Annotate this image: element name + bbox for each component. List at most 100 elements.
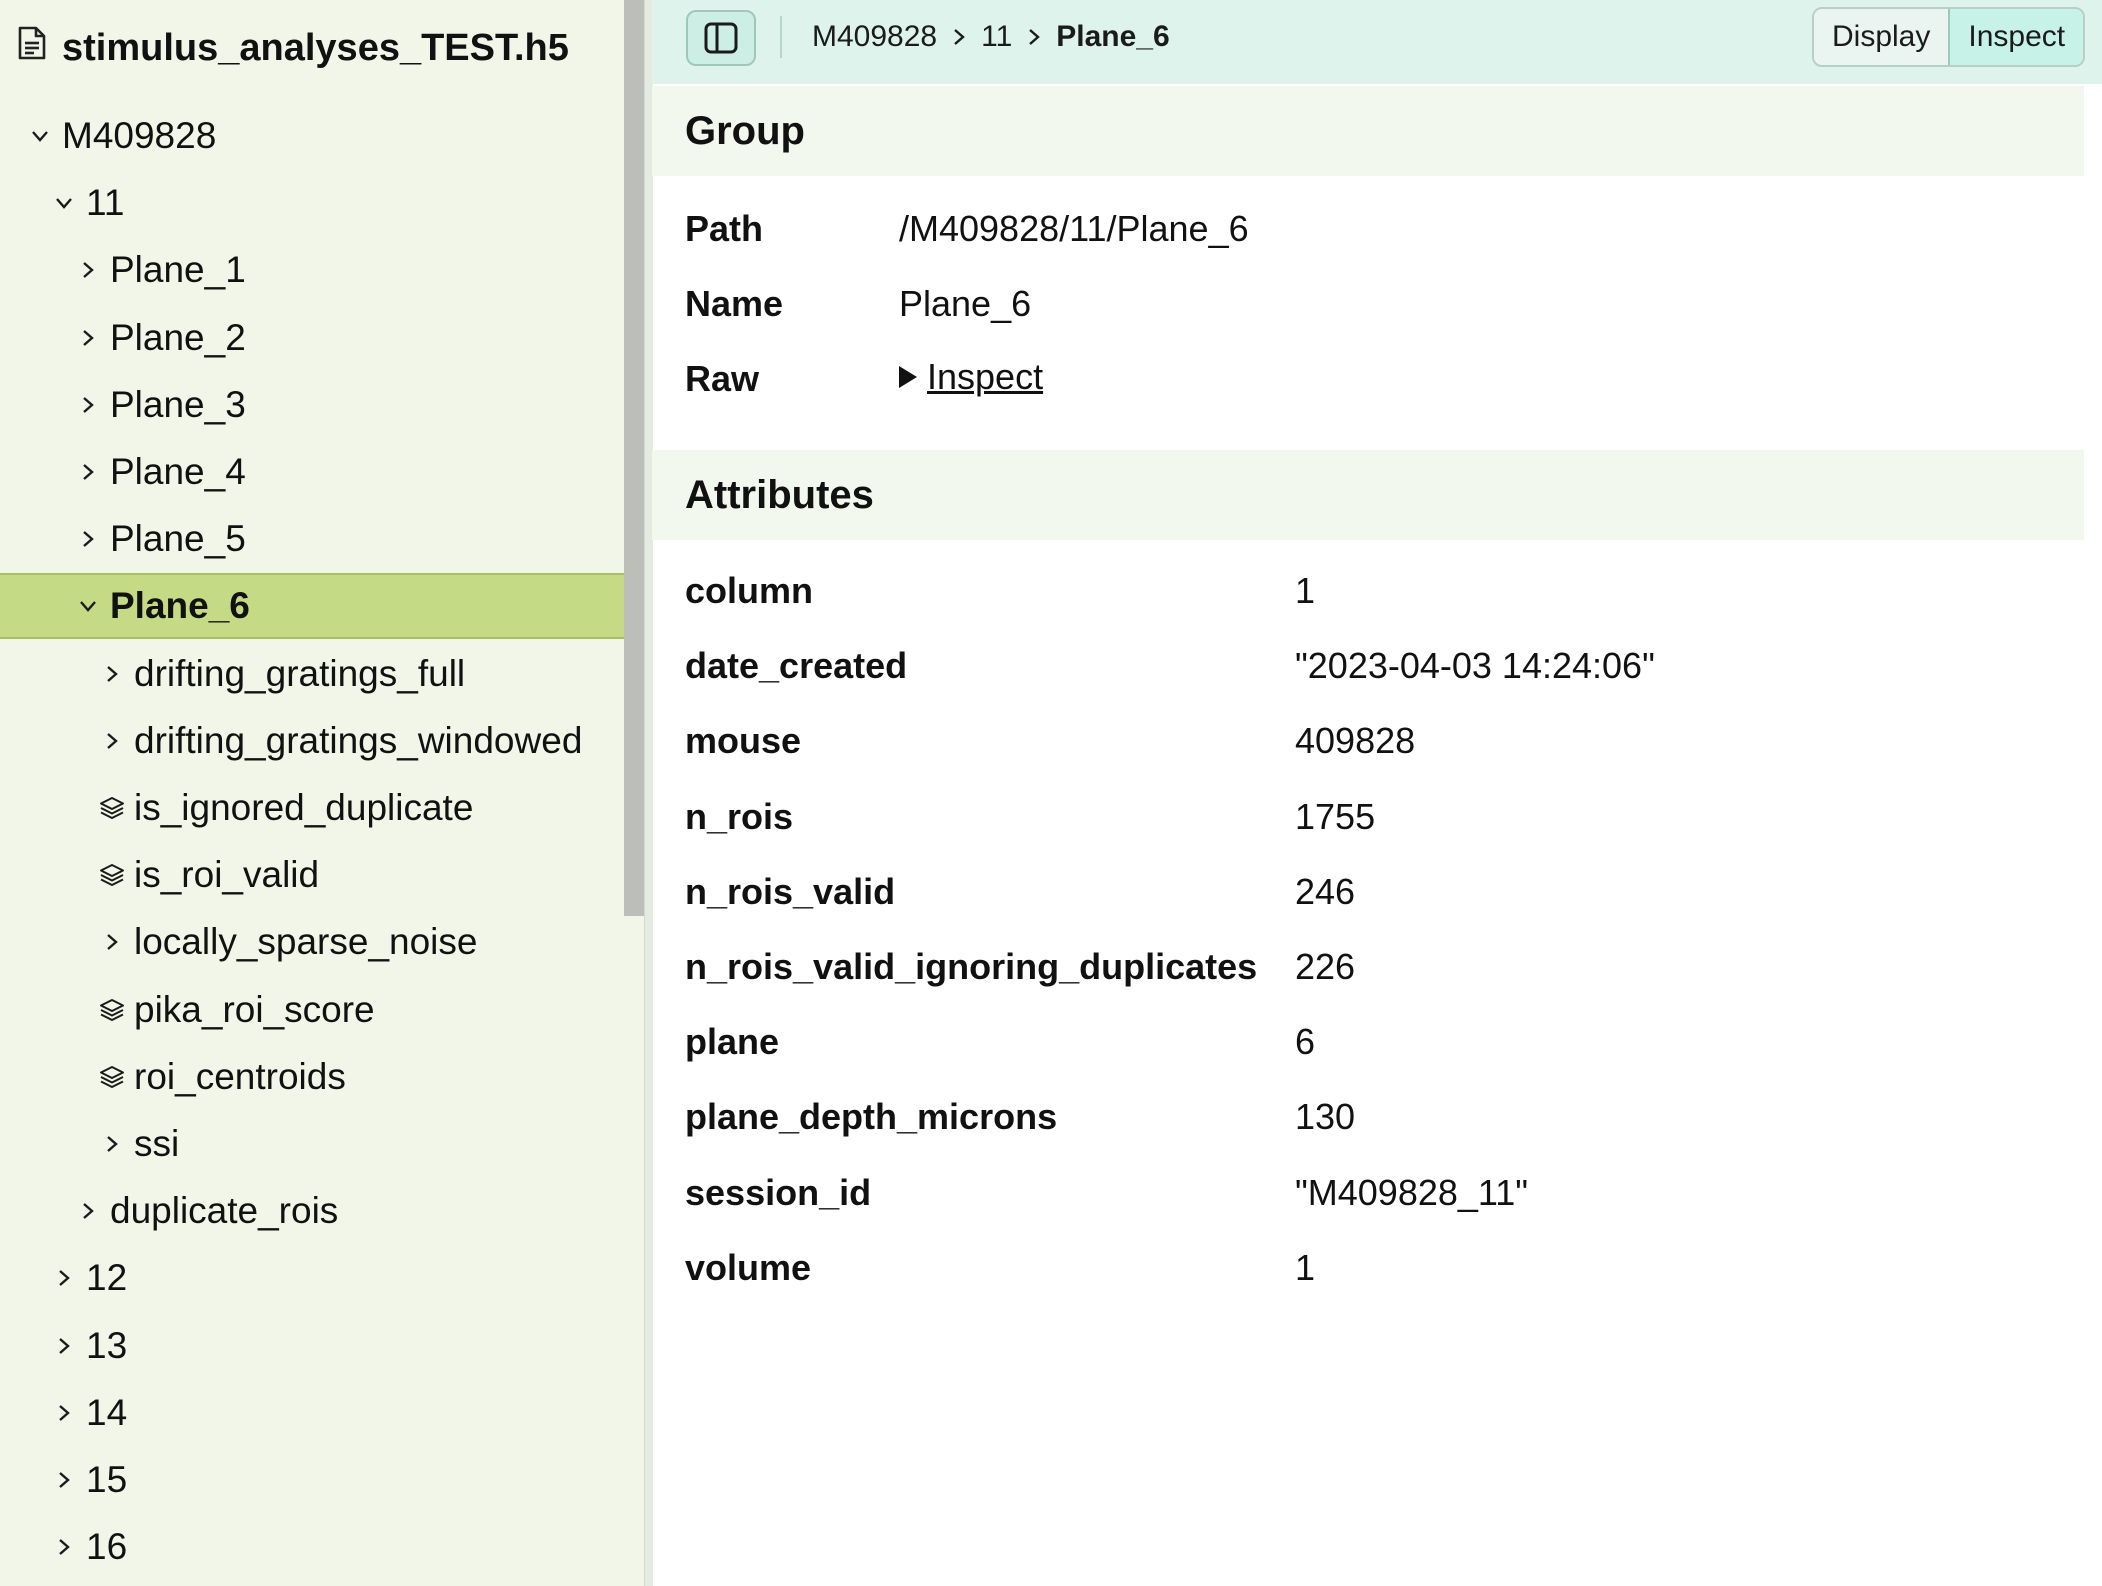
tree-item[interactable]: 11 bbox=[0, 170, 624, 236]
panel-resize-handle[interactable] bbox=[644, 0, 653, 1586]
attribute-key: plane_depth_microns bbox=[685, 1096, 1058, 1138]
breadcrumb-item[interactable]: M409828 bbox=[812, 20, 937, 54]
tree-item-label: Plane_6 bbox=[110, 585, 250, 627]
tree-item[interactable]: 13 bbox=[0, 1313, 624, 1379]
name-label: Name bbox=[685, 283, 784, 324]
chevron-down-icon[interactable] bbox=[50, 189, 78, 217]
tree-item-label: M409828 bbox=[62, 115, 217, 156]
chevron-right-icon bbox=[1026, 20, 1042, 54]
sidebar-scrollbar-thumb[interactable] bbox=[624, 0, 644, 916]
inspect-button[interactable]: Inspect bbox=[1948, 9, 2084, 65]
tree-item-label: 13 bbox=[86, 1324, 128, 1366]
chevron-right-icon[interactable] bbox=[50, 1264, 78, 1292]
dataset-stack-icon bbox=[98, 861, 126, 889]
attributes-section-heading: Attributes bbox=[652, 450, 2084, 540]
tree-item[interactable]: M409828 bbox=[0, 103, 624, 169]
tree-item-label: Plane_4 bbox=[110, 451, 246, 492]
tree-item-label: Plane_5 bbox=[110, 518, 246, 560]
raw-label: Raw bbox=[685, 358, 760, 399]
tree-item[interactable]: drifting_gratings_full bbox=[0, 641, 624, 707]
tree-item[interactable]: is_roi_valid bbox=[0, 842, 624, 908]
tree-item-label: 16 bbox=[86, 1526, 128, 1568]
tree-item-label: 15 bbox=[86, 1459, 128, 1500]
dataset-stack-icon bbox=[98, 996, 126, 1024]
tree-item[interactable]: 16 bbox=[0, 1514, 624, 1580]
file-icon bbox=[16, 25, 48, 71]
view-mode-toggle: Display Inspect bbox=[1812, 7, 2086, 67]
tree-item[interactable]: locally_sparse_noise bbox=[0, 909, 624, 975]
attribute-key: session_id bbox=[685, 1171, 872, 1213]
tree-item[interactable]: Plane_4 bbox=[0, 439, 624, 505]
attribute-key: mouse bbox=[685, 720, 802, 762]
chevron-right-icon[interactable] bbox=[74, 1197, 102, 1225]
tree-item[interactable]: Plane_6 bbox=[0, 573, 624, 640]
breadcrumb: M409828 11 Plane_6 bbox=[812, 14, 1170, 60]
tree-item[interactable]: 12 bbox=[0, 1245, 624, 1311]
chevron-down-icon[interactable] bbox=[74, 592, 102, 620]
attribute-key: n_rois_valid_ignoring_duplicates bbox=[685, 946, 1258, 987]
attribute-value: 130 bbox=[1295, 1096, 1356, 1138]
raw-inspect-link[interactable]: Inspect bbox=[927, 356, 1043, 398]
tree-item[interactable]: Plane_1 bbox=[0, 237, 624, 303]
chevron-right-icon[interactable] bbox=[50, 1332, 78, 1360]
tree-item-label: 11 bbox=[86, 182, 125, 224]
attribute-key: date_created bbox=[685, 645, 908, 687]
file-header: stimulus_analyses_TEST.h5 bbox=[16, 22, 569, 74]
tree-item-label: is_ignored_duplicate bbox=[134, 787, 474, 828]
tree-item[interactable]: ssi bbox=[0, 1111, 624, 1177]
tree-item[interactable]: pika_roi_score bbox=[0, 977, 624, 1043]
attribute-value: 1755 bbox=[1295, 795, 1376, 837]
chevron-right-icon[interactable] bbox=[74, 458, 102, 486]
attribute-key: column bbox=[685, 570, 814, 611]
breadcrumb-current: Plane_6 bbox=[1056, 20, 1170, 53]
chevron-right-icon[interactable] bbox=[50, 1399, 78, 1427]
tree-item-label: 14 bbox=[86, 1391, 128, 1433]
chevron-right-icon[interactable] bbox=[98, 660, 126, 688]
dataset-stack-icon bbox=[98, 794, 126, 822]
chevron-right-icon[interactable] bbox=[98, 1130, 126, 1158]
attribute-key: plane bbox=[685, 1021, 780, 1063]
attribute-value: "2023-04-03 14:24:06" bbox=[1295, 645, 1655, 687]
dataset-stack-icon bbox=[98, 1063, 126, 1091]
chevron-right-icon[interactable] bbox=[50, 1466, 78, 1494]
group-section-heading: Group bbox=[652, 86, 2084, 176]
tree-item[interactable]: Plane_3 bbox=[0, 372, 624, 438]
toolbar-divider bbox=[780, 16, 782, 58]
tree-item[interactable]: duplicate_rois bbox=[0, 1178, 624, 1244]
tree-item-label: drifting_gratings_full bbox=[134, 652, 466, 694]
tree-item[interactable]: Plane_5 bbox=[0, 506, 624, 572]
sidebar-toggle-button[interactable] bbox=[686, 10, 756, 66]
file-name: stimulus_analyses_TEST.h5 bbox=[62, 26, 569, 69]
attribute-value: 409828 bbox=[1295, 720, 1416, 762]
tree-item[interactable]: roi_centroids bbox=[0, 1044, 624, 1110]
chevron-right-icon[interactable] bbox=[74, 256, 102, 284]
attribute-key: n_rois_valid bbox=[685, 870, 896, 912]
chevron-down-icon[interactable] bbox=[26, 122, 54, 150]
breadcrumb-item[interactable]: 11 bbox=[981, 20, 1012, 54]
disclosure-triangle-icon bbox=[899, 366, 917, 388]
chevron-right-icon[interactable] bbox=[98, 727, 126, 755]
name-value: Plane_6 bbox=[899, 283, 1032, 324]
attribute-value: 6 bbox=[1295, 1021, 1316, 1063]
raw-inspect-disclosure[interactable]: Inspect bbox=[899, 356, 1043, 398]
display-button[interactable]: Display bbox=[1814, 9, 1949, 65]
attribute-value: 1 bbox=[1295, 1246, 1316, 1288]
attribute-value: 246 bbox=[1295, 870, 1356, 912]
attribute-value: 1 bbox=[1295, 570, 1316, 611]
tree-item[interactable]: drifting_gratings_windowed bbox=[0, 708, 624, 774]
tree-item[interactable]: Plane_2 bbox=[0, 305, 624, 371]
chevron-right-icon[interactable] bbox=[74, 391, 102, 419]
sidebar-scrollbar-track[interactable] bbox=[624, 916, 644, 1586]
tree-item-label: Plane_2 bbox=[110, 316, 246, 358]
chevron-right-icon[interactable] bbox=[98, 928, 126, 956]
tree-item[interactable]: is_ignored_duplicate bbox=[0, 775, 624, 841]
chevron-right-icon[interactable] bbox=[74, 324, 102, 352]
attribute-value: 226 bbox=[1295, 946, 1356, 987]
sidebar-panel-icon bbox=[704, 22, 738, 54]
chevron-right-icon[interactable] bbox=[50, 1533, 78, 1561]
tree-item-label: is_roi_valid bbox=[134, 854, 320, 896]
tree-item[interactable]: 14 bbox=[0, 1380, 624, 1446]
tree-item[interactable]: 15 bbox=[0, 1447, 624, 1513]
chevron-right-icon[interactable] bbox=[74, 525, 102, 553]
attribute-key: n_rois bbox=[685, 795, 794, 837]
